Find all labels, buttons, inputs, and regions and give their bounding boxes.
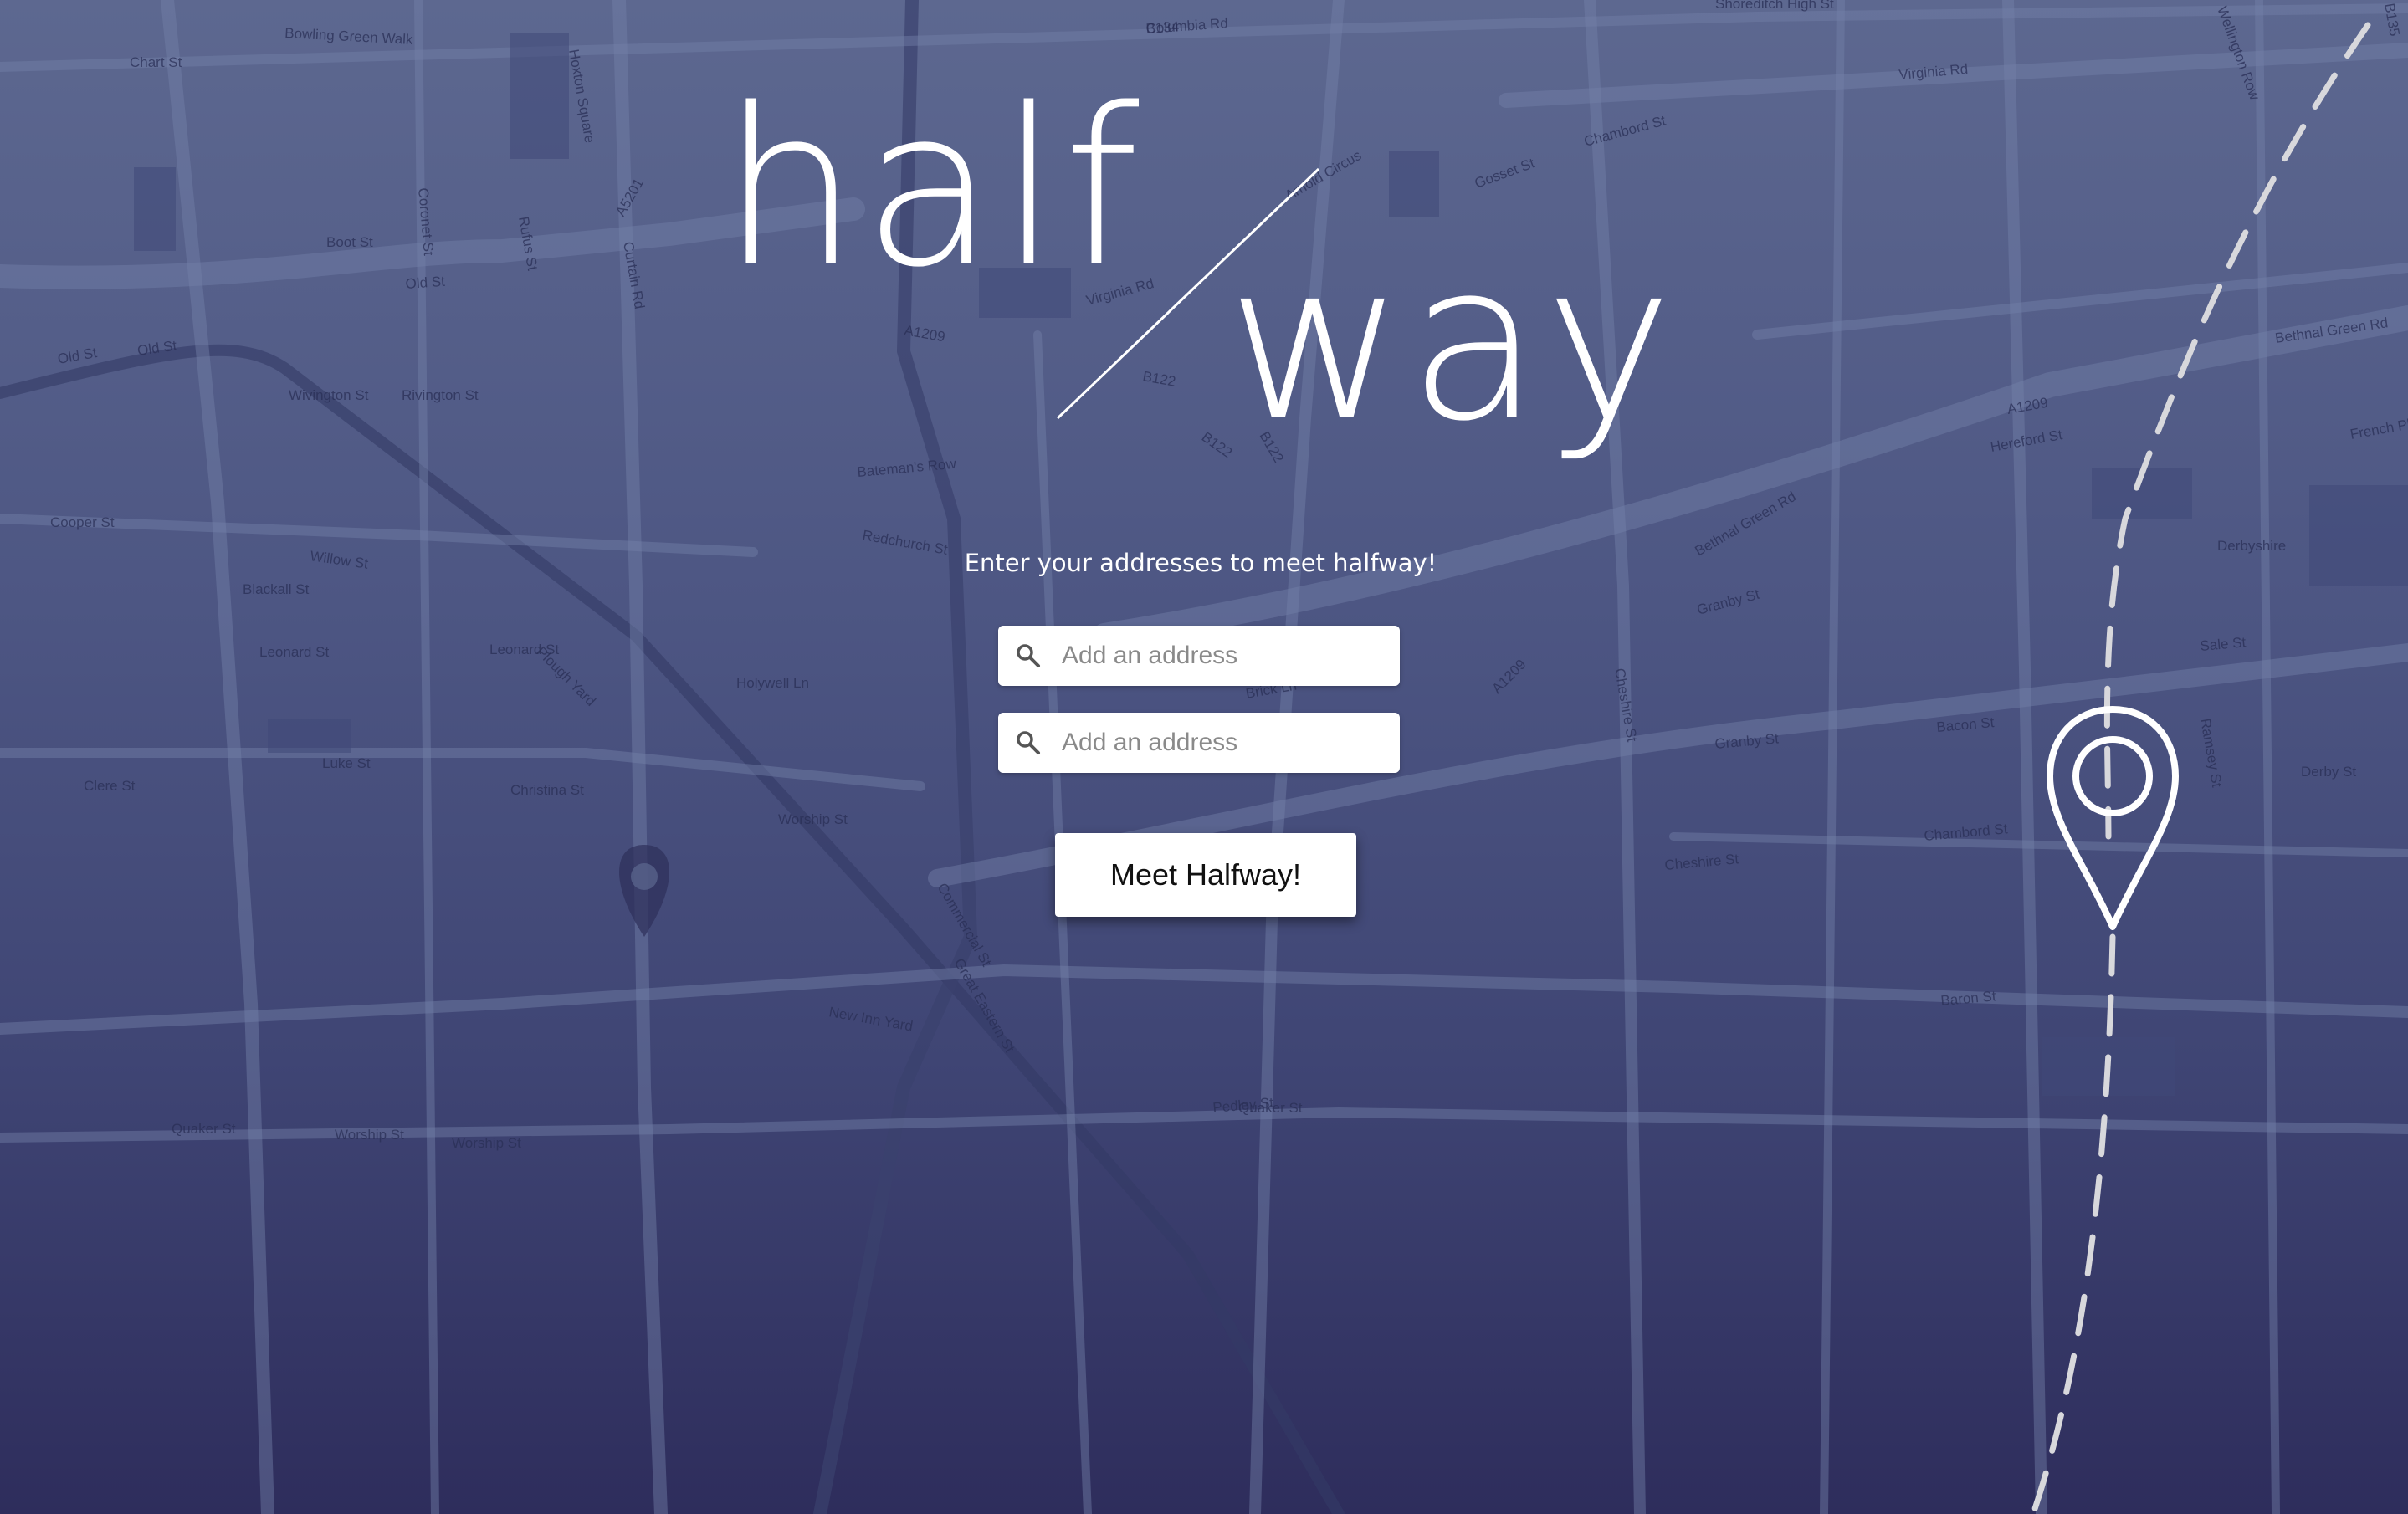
map-street-label: Boot St (326, 234, 373, 250)
map-street-label: Derby St (2301, 764, 2356, 780)
map-street-label: Sale St (2200, 634, 2247, 654)
map-street-label: Blackall St (243, 581, 310, 597)
map-street-label: Ramsey St (2197, 717, 2225, 788)
map-street-label: Wivington St (289, 387, 369, 403)
map-street-label: Worship St (335, 1127, 404, 1143)
map-street-label: Rivington St (402, 387, 479, 403)
map-street-label: Worship St (778, 811, 848, 827)
map-street-label: Worship St (452, 1135, 521, 1151)
map-street-label: Chart St (130, 54, 182, 70)
map-street-label: Granby St (1695, 586, 1761, 618)
map-street-label: Cooper St (50, 514, 115, 530)
search-icon (1015, 642, 1042, 669)
map-street-label: Cheshire St (1611, 667, 1640, 743)
map-street-label: A5201 (612, 176, 647, 219)
address-field-2[interactable] (998, 713, 1400, 773)
map-street-label: French Pl (2349, 417, 2408, 442)
logo-way-text: way (1227, 217, 1677, 469)
map-street-label: A1209 (1488, 657, 1529, 697)
map-street-label: Christina St (510, 782, 584, 798)
map-street-label: Luke St (322, 755, 371, 771)
map-street-label: Cheshire St (1664, 851, 1739, 873)
map-street-label: Leonard St (259, 644, 329, 660)
map-street-label: Gosset St (1473, 155, 1537, 191)
map-street-label: Hereford St (1989, 427, 2063, 455)
search-icon (1015, 729, 1042, 756)
map-street-label: Holywell Ln (736, 675, 809, 691)
map-street-label: B134 (1145, 18, 1180, 37)
map-street-label: Bowling Green Walk (284, 25, 414, 48)
location-pin-icon (2047, 706, 2179, 930)
address-input-1[interactable] (1062, 642, 1380, 670)
map-pin-icon (619, 845, 669, 937)
map-street-label: Shoreditch High St (1715, 0, 1834, 12)
address-input-2[interactable] (1062, 729, 1380, 757)
map-street-label: Old St (405, 274, 446, 292)
map-street-label: Clere St (84, 778, 136, 794)
address-field-1[interactable] (998, 626, 1400, 686)
map-street-label: Plough Yard (533, 643, 598, 708)
map-street-label: Bacon St (1936, 714, 1996, 735)
tagline: Enter your addresses to meet halfway! (964, 549, 1437, 577)
map-street-label: Quaker St (172, 1121, 236, 1137)
meet-halfway-button[interactable]: Meet Halfway! (1055, 833, 1356, 917)
map-street-label: Old St (56, 345, 98, 367)
map-street-label: New Inn Yard (827, 1004, 914, 1034)
app-screen: Columbia Rd Bowling Green Walk Chart St Boo… (0, 0, 2408, 1514)
map-street-label: Hoxton Square (566, 48, 597, 144)
map-street-label: Quaker St (1238, 1100, 1303, 1116)
